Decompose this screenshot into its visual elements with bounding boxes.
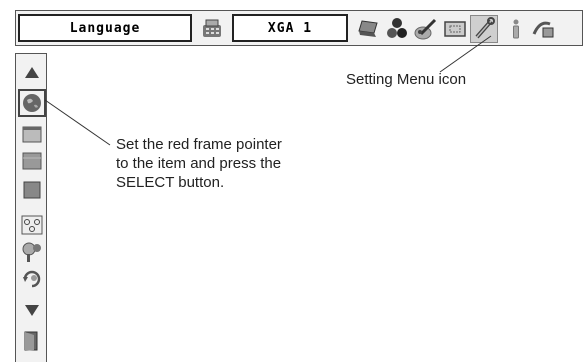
- annotation-leader-lines: [44, 35, 492, 146]
- pointer-leader: [44, 99, 111, 146]
- setting-icon-leader: [439, 35, 492, 73]
- pointer-instruction-callout: Set the red frame pointer to the item an…: [116, 136, 282, 191]
- setting-menu-icon-callout: Setting Menu icon: [346, 71, 467, 88]
